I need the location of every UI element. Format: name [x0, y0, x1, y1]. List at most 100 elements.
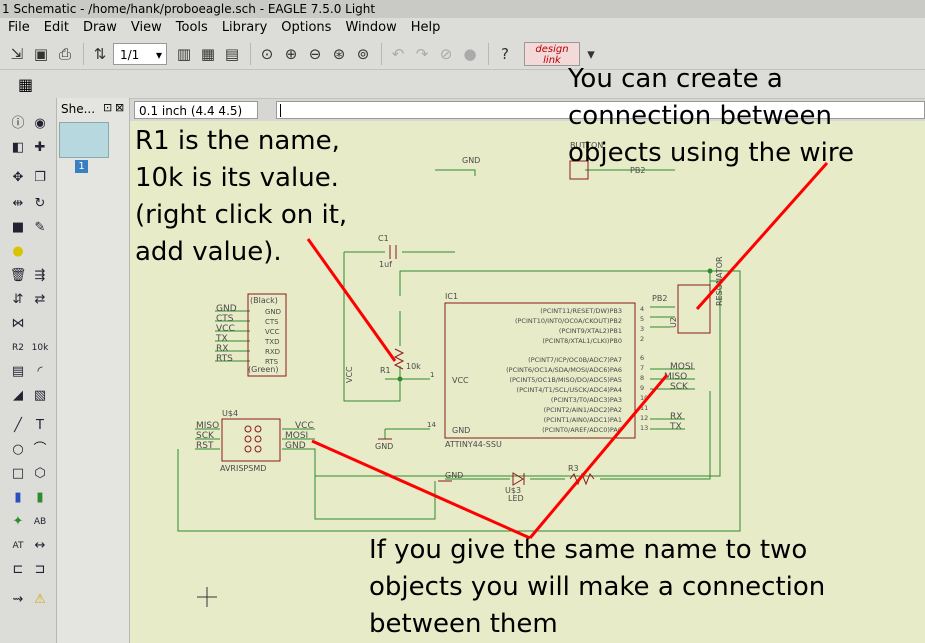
label-u2: U2: [669, 317, 678, 328]
dimension-icon[interactable]: ↔: [30, 536, 50, 556]
wire-icon[interactable]: ╱: [8, 416, 28, 436]
toolbar-separator: [83, 42, 84, 65]
menu-help[interactable]: Help: [411, 18, 441, 38]
zoom-out-icon[interactable]: ⊖: [304, 43, 326, 65]
pinswap-icon[interactable]: ⇵: [8, 290, 28, 310]
undo-icon[interactable]: ↶: [387, 43, 409, 65]
save-icon[interactable]: ▣: [30, 43, 52, 65]
grid-coordinate-display: 0.1 inch (4.4 4.5): [134, 101, 258, 119]
miter-icon[interactable]: ◜: [30, 362, 50, 382]
ic-pin-num-3: 3: [640, 325, 644, 333]
smash-icon[interactable]: ▤: [8, 362, 28, 382]
polygon-icon[interactable]: ⬡: [30, 464, 50, 484]
sheet-number-badge[interactable]: 1: [75, 160, 88, 173]
menu-file[interactable]: File: [8, 18, 30, 38]
label-avr-rst: RST: [196, 441, 214, 451]
avr-pin-5: [254, 435, 262, 443]
copy-icon[interactable]: ❐: [30, 168, 50, 188]
add-icon[interactable]: ⇶: [30, 266, 50, 286]
ftdi-net-5: RX: [216, 344, 228, 354]
command-toolbar: ⓘ ◉ ◧ ✚ ✥ ❐ ⇹ ↻ ■ ✎ ● 🗑 ⇶ ⇵ ⇄ ⋈ R2 10k ▤…: [0, 98, 57, 643]
rotate-icon[interactable]: ↻: [30, 194, 50, 214]
text-icon[interactable]: T: [30, 416, 50, 436]
redo-icon[interactable]: ↷: [411, 43, 433, 65]
go-icon[interactable]: ●: [459, 43, 481, 65]
label-icon[interactable]: AB: [30, 512, 50, 532]
paste-icon[interactable]: ●: [8, 242, 28, 262]
menu-window[interactable]: Window: [345, 18, 396, 38]
ic-pin-num-5: 5: [640, 315, 644, 323]
label-tx: TX: [669, 422, 682, 432]
sheet-switch-icon[interactable]: ⇅: [89, 43, 111, 65]
bus-icon[interactable]: ▮: [8, 488, 28, 508]
sheet-select[interactable]: 1/1: [113, 42, 167, 66]
menu-options[interactable]: Options: [281, 18, 331, 38]
label-mosi: MOSI: [670, 362, 693, 372]
name-icon[interactable]: R2: [8, 338, 28, 358]
menu-library[interactable]: Library: [222, 18, 267, 38]
open-icon[interactable]: ⇲: [6, 43, 28, 65]
change-icon[interactable]: ✎: [30, 218, 50, 238]
menu-view[interactable]: View: [131, 18, 162, 38]
ulp-icon[interactable]: ▤: [221, 43, 243, 65]
label-gnd-led: GND: [445, 471, 463, 480]
ic-pin-pb0: (PCINT8/XTAL1/CLKI)PB0: [542, 337, 622, 345]
zoom-in-icon[interactable]: ⊕: [280, 43, 302, 65]
show-icon[interactable]: ◉: [30, 114, 50, 134]
help-icon[interactable]: ?: [494, 43, 516, 65]
layers-icon[interactable]: ◧: [8, 138, 28, 158]
script-icon[interactable]: ▦: [197, 43, 219, 65]
attribute-icon[interactable]: AT: [8, 536, 28, 556]
rect-icon[interactable]: □: [8, 464, 28, 484]
replace-icon[interactable]: ⇄: [30, 290, 50, 310]
ic-left-pin-14: 14: [427, 421, 436, 429]
float-icon[interactable]: ⊡: [103, 101, 112, 114]
ic-pin-pa5: (PCINT5/OC1B/MISO/DO/ADC5)PA5: [509, 376, 622, 384]
r1-body: [393, 348, 405, 370]
zoom-redraw-icon[interactable]: ⊛: [328, 43, 350, 65]
invoke-icon[interactable]: ▧: [30, 386, 50, 406]
ftdi-net-6: RTS: [216, 354, 233, 364]
ftdi-net-2: CTS: [216, 314, 234, 324]
label-avr-miso: MISO: [196, 421, 219, 431]
erc-icon[interactable]: ⚠: [30, 590, 50, 610]
ftdi-pin-1: GND: [265, 308, 281, 316]
toolbar-separator: [381, 42, 382, 65]
info-icon[interactable]: ⓘ: [8, 114, 28, 134]
group-icon[interactable]: ■: [8, 218, 28, 238]
label-u4: U$4: [222, 409, 238, 418]
menu-edit[interactable]: Edit: [44, 18, 69, 38]
modulepin-icon[interactable]: ⊐: [30, 560, 50, 580]
grid-icon[interactable]: ▦: [18, 75, 33, 94]
board-icon[interactable]: ▥: [173, 43, 195, 65]
label-avr-name: AVRISPSMD: [220, 464, 266, 473]
move-icon[interactable]: ✥: [8, 168, 28, 188]
zoom-fit-icon[interactable]: ⊙: [256, 43, 278, 65]
ratsnest-icon[interactable]: ⇝: [8, 590, 28, 610]
gateswap-icon[interactable]: ⋈: [8, 314, 28, 334]
split-icon[interactable]: ◢: [8, 386, 28, 406]
value-icon[interactable]: 10k: [30, 338, 50, 358]
circle-icon[interactable]: ○: [8, 440, 28, 460]
led-body: [512, 472, 524, 486]
ic-pin-pb2: (PCINT10/INT0/OC0A/CKOUT)PB2: [515, 317, 622, 325]
mark-icon[interactable]: ✚: [30, 138, 50, 158]
close-icon[interactable]: ⊠: [115, 101, 124, 114]
arrow-wire: [695, 162, 829, 310]
menu-tools[interactable]: Tools: [176, 18, 208, 38]
schematic-canvas[interactable]: BUTTON GND PB2 C1 1uf IC1 ATTINY44-SSU R…: [130, 64, 925, 643]
menu-draw[interactable]: Draw: [83, 18, 117, 38]
delete-icon[interactable]: 🗑: [8, 266, 28, 286]
ic-right-pins: (PCINT11/RESET/DW)PB3 (PCINT10/INT0/OC0A…: [506, 307, 622, 434]
sheet-thumbnail[interactable]: [59, 122, 109, 158]
print-icon[interactable]: ⎙: [54, 43, 76, 65]
arc-icon[interactable]: ⌒: [30, 440, 50, 460]
zoom-select-icon[interactable]: ⊚: [352, 43, 374, 65]
label-green: (Green): [248, 365, 278, 374]
net-icon[interactable]: ▮: [30, 488, 50, 508]
label-c1-value: 1uf: [379, 260, 392, 269]
stop-icon[interactable]: ⊘: [435, 43, 457, 65]
junction-icon[interactable]: ✦: [8, 512, 28, 532]
mirror-icon[interactable]: ⇹: [8, 194, 28, 214]
frame-icon[interactable]: ⊏: [8, 560, 28, 580]
